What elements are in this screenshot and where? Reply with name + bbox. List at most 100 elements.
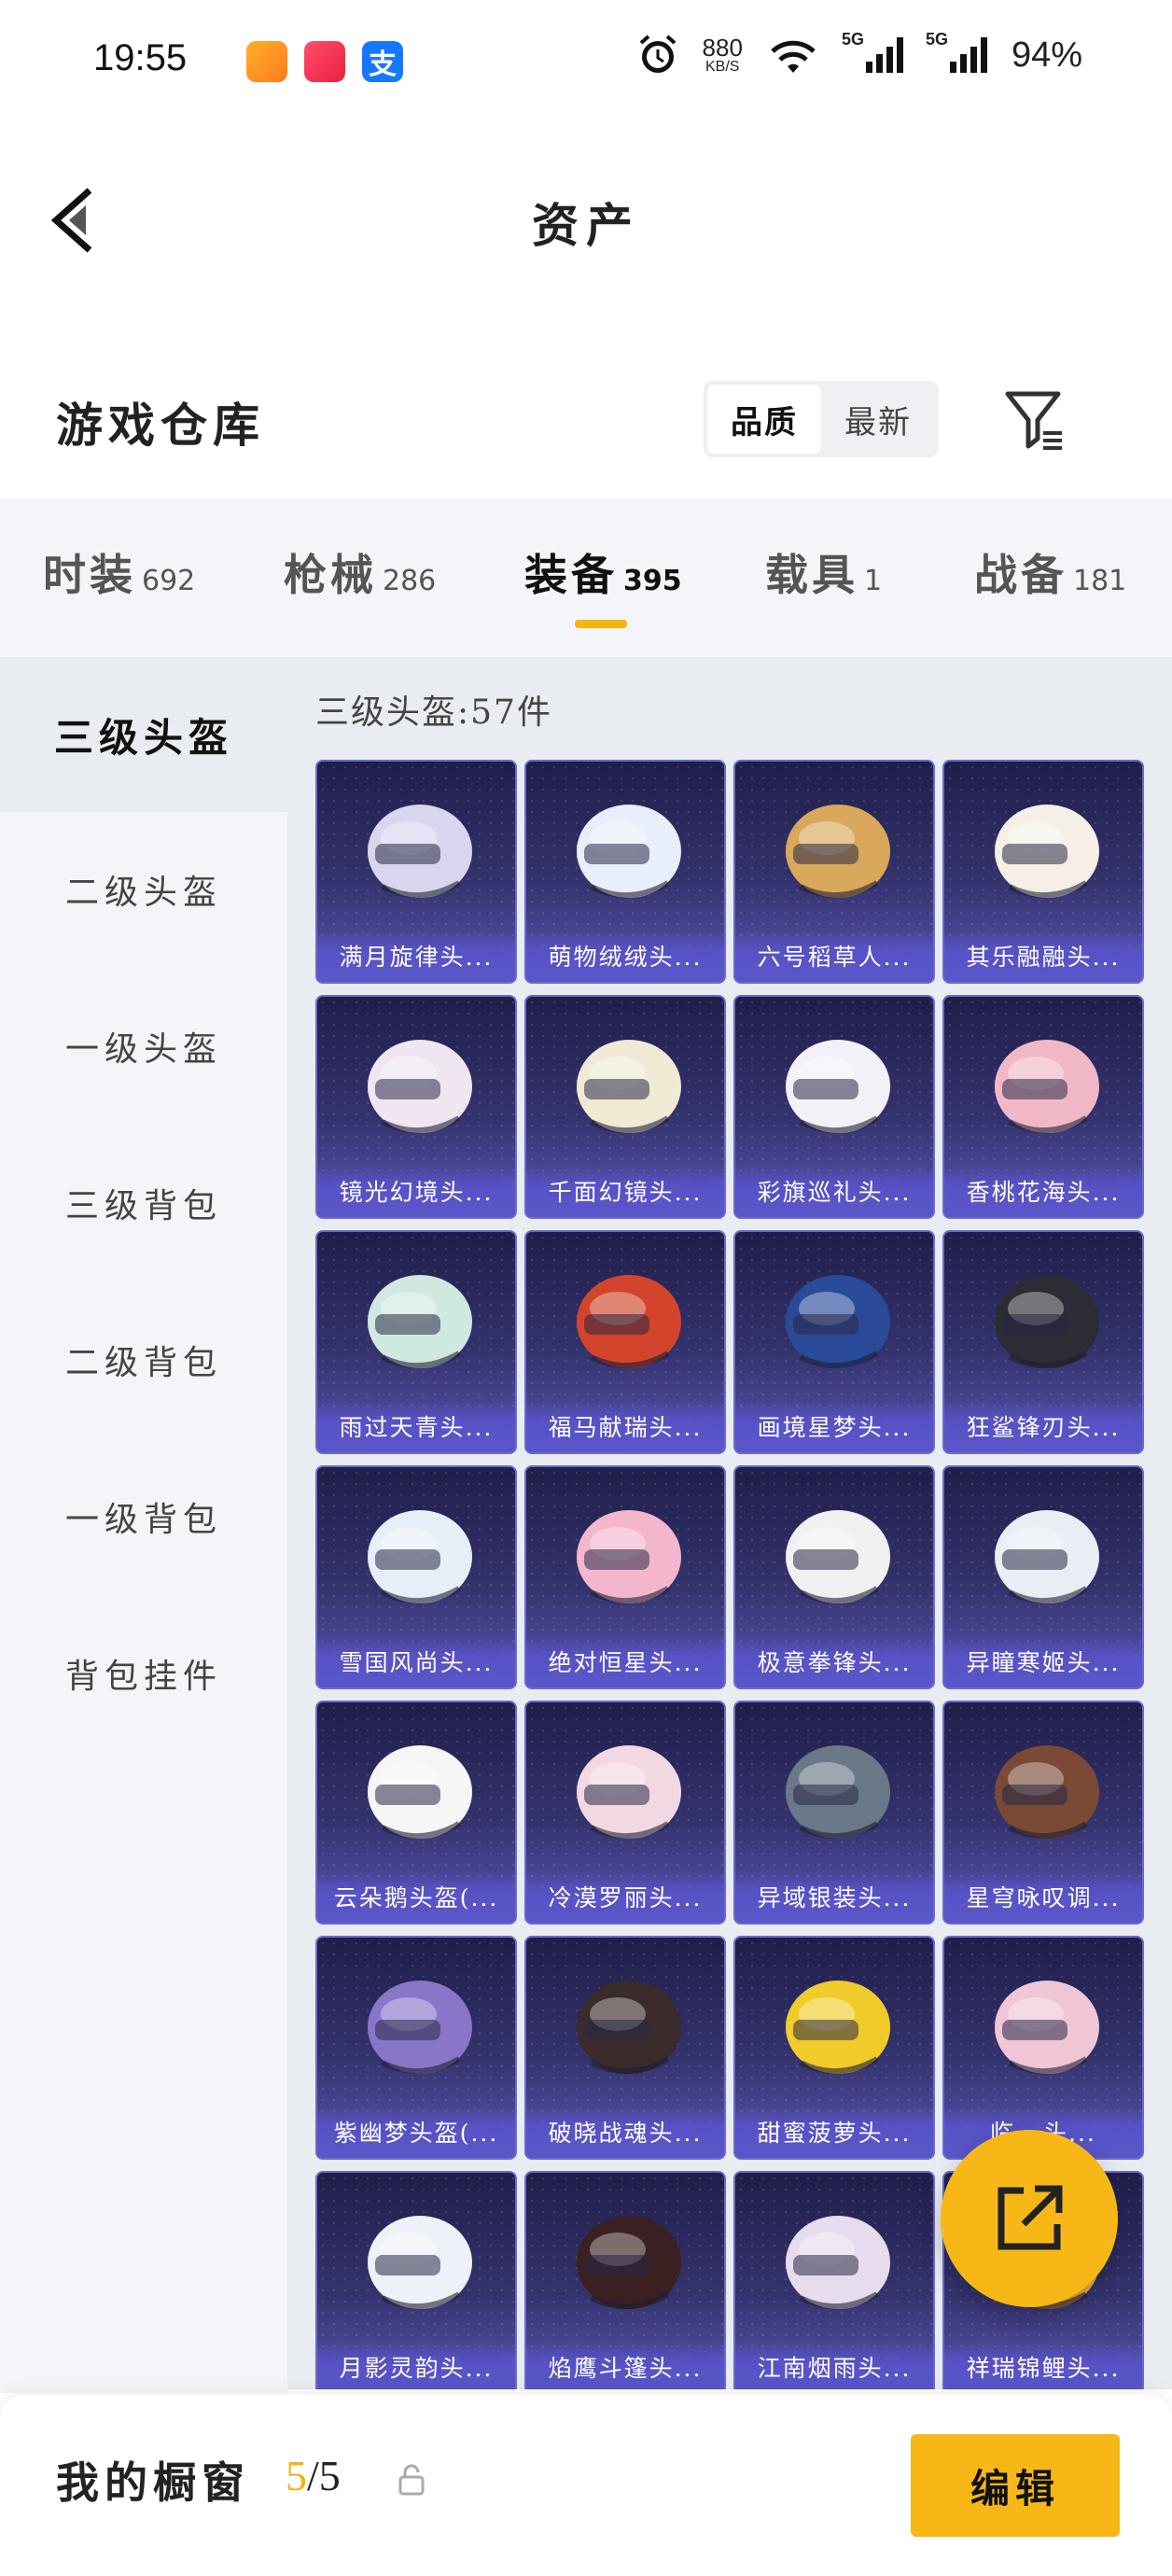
item-name: 异瞳寒姬头... [944, 1637, 1142, 1687]
helmet-icon [368, 805, 472, 898]
item-card[interactable]: 焰鹰斗篷头... [524, 2171, 726, 2389]
item-card[interactable]: 雪国风尚头... [315, 1465, 517, 1689]
tab-vehicles[interactable]: 载具 1 [765, 541, 882, 603]
item-card[interactable]: 狂鲨锋刃头... [942, 1230, 1144, 1454]
helmet-icon [577, 1981, 681, 2074]
item-card[interactable]: 星穹咏叹调... [942, 1701, 1144, 1925]
item-name: 六号稻草人... [735, 931, 933, 982]
item-card[interactable]: 画境星梦头... [733, 1230, 935, 1454]
item-card[interactable]: 香桃花海头... [942, 995, 1144, 1219]
alarm-icon [639, 35, 676, 73]
warehouse-title: 游戏仓库 [56, 398, 265, 453]
item-name: 香桃花海头... [944, 1167, 1142, 1217]
item-name: 萌物绒绒头... [526, 931, 724, 982]
sidebar-item-level3-backpack[interactable]: 三级背包 [0, 1126, 287, 1281]
item-name: 破晓战魂头... [526, 2107, 724, 2158]
item-name: 雪国风尚头... [317, 1637, 515, 1687]
helmet-icon [786, 1981, 890, 2074]
alipay-icon: 支 [362, 41, 403, 82]
tab-equipment[interactable]: 装备 395 [524, 541, 682, 603]
item-card[interactable]: 其乐融融头... [942, 760, 1144, 984]
item-card[interactable]: 江南烟雨头... [733, 2171, 935, 2389]
helmet-icon [368, 1510, 472, 1603]
showcase-label: 我的橱窗 [56, 2457, 250, 2508]
share-icon [998, 2185, 1063, 2250]
tab-fashion[interactable]: 时装 692 [43, 541, 195, 603]
sort-newest-button[interactable]: 最新 [821, 385, 935, 454]
status-time: 19:55 [93, 37, 188, 78]
item-card[interactable]: 紫幽梦头盔(... [315, 1936, 517, 2160]
helmet-icon [368, 1275, 472, 1368]
item-card[interactable]: 雨过天青头... [315, 1230, 517, 1454]
helmet-icon [577, 805, 681, 898]
lock-icon [398, 2464, 425, 2496]
item-card[interactable]: 月影灵韵头... [315, 2171, 517, 2389]
item-card[interactable]: 云朵鹅头盔(... [315, 1701, 517, 1925]
item-card[interactable]: 临...头... [942, 1936, 1144, 2160]
helmet-icon [786, 2216, 890, 2309]
item-card[interactable]: 六号稻草人... [733, 760, 935, 984]
sidebar-item-level2-backpack[interactable]: 二级背包 [0, 1282, 287, 1437]
sort-toggle: 品质 最新 [704, 381, 939, 457]
helmet-icon [995, 805, 1099, 898]
item-name: 彩旗巡礼头... [735, 1167, 933, 1217]
item-card[interactable]: 破晓战魂头... [524, 1936, 726, 2160]
signal-5g-1: 5G [842, 30, 903, 73]
item-name: 江南烟雨头... [735, 2343, 933, 2389]
item-card[interactable]: 冷漠罗丽头... [524, 1701, 726, 1925]
item-card[interactable]: 镜光幻境头... [315, 995, 517, 1219]
helmet-icon [577, 2216, 681, 2309]
helmet-icon [995, 1510, 1099, 1603]
sidebar-item-backpack-pendant[interactable]: 背包挂件 [0, 1596, 287, 1751]
helmet-icon [577, 1275, 681, 1368]
tab-weapons[interactable]: 枪械 286 [284, 541, 436, 603]
item-card[interactable]: 甜蜜菠萝头... [733, 1936, 935, 2160]
sidebar: 三级头盔 二级头盔 一级头盔 三级背包 二级背包 一级背包 背包挂件 [0, 657, 287, 2393]
helmet-icon [786, 805, 890, 898]
item-name: 满月旋律头... [317, 931, 515, 982]
category-tabs: 时装 692 枪械 286 装备 395 载具 1 战备 181 [0, 498, 1172, 657]
item-card[interactable]: 极意拳锋头... [733, 1465, 935, 1689]
item-grid-area: 三级头盔:57件 满月旋律头... 萌物绒绒头... 六号稻草人... 其乐融融头..… [287, 657, 1172, 2389]
item-name: 星穹咏叹调... [944, 1872, 1142, 1923]
item-name: 千面幻镜头... [526, 1167, 724, 1217]
share-button[interactable] [941, 2130, 1118, 2307]
helmet-icon [368, 1745, 472, 1839]
helmet-icon [995, 1745, 1099, 1839]
item-name: 焰鹰斗篷头... [526, 2343, 724, 2389]
item-card[interactable]: 绝对恒星头... [524, 1465, 726, 1689]
video-app-icon [246, 41, 287, 82]
sort-quality-button[interactable]: 品质 [707, 385, 821, 454]
helmet-icon [577, 1745, 681, 1839]
item-name: 福马献瑞头... [526, 1402, 724, 1452]
item-card[interactable]: 满月旋律头... [315, 760, 517, 984]
tab-supplies[interactable]: 战备 181 [974, 541, 1126, 603]
helmet-icon [786, 1745, 890, 1839]
helmet-icon [368, 2216, 472, 2309]
net-speed: 880 KB/S [702, 34, 743, 75]
battery-level: 94% [1011, 35, 1082, 75]
item-name: 紫幽梦头盔(... [317, 2107, 515, 2158]
sidebar-item-level3-helmet[interactable]: 三级头盔 [0, 657, 287, 812]
item-name: 冷漠罗丽头... [526, 1872, 724, 1923]
sidebar-item-level1-backpack[interactable]: 一级背包 [0, 1439, 287, 1594]
item-name: 其乐融融头... [944, 931, 1142, 982]
sidebar-item-level2-helmet[interactable]: 二级头盔 [0, 812, 287, 967]
item-card[interactable]: 异域银装头... [733, 1701, 935, 1925]
helmet-icon [786, 1510, 890, 1603]
helmet-icon [995, 1981, 1099, 2074]
edit-button[interactable]: 编辑 [911, 2434, 1120, 2537]
filter-icon[interactable] [1002, 386, 1067, 452]
item-card[interactable]: 彩旗巡礼头... [733, 995, 935, 1219]
helmet-icon [786, 1275, 890, 1368]
item-name: 甜蜜菠萝头... [735, 2107, 933, 2158]
sidebar-item-level1-helmet[interactable]: 一级头盔 [0, 969, 287, 1124]
item-card[interactable]: 福马献瑞头... [524, 1230, 726, 1454]
item-name: 狂鲨锋刃头... [944, 1402, 1142, 1452]
item-card[interactable]: 千面幻镜头... [524, 995, 726, 1219]
item-name: 极意拳锋头... [735, 1637, 933, 1687]
item-card[interactable]: 异瞳寒姬头... [942, 1465, 1144, 1689]
wifi-icon [771, 40, 816, 73]
shopping-app-icon [304, 41, 345, 82]
item-card[interactable]: 萌物绒绒头... [524, 760, 726, 984]
